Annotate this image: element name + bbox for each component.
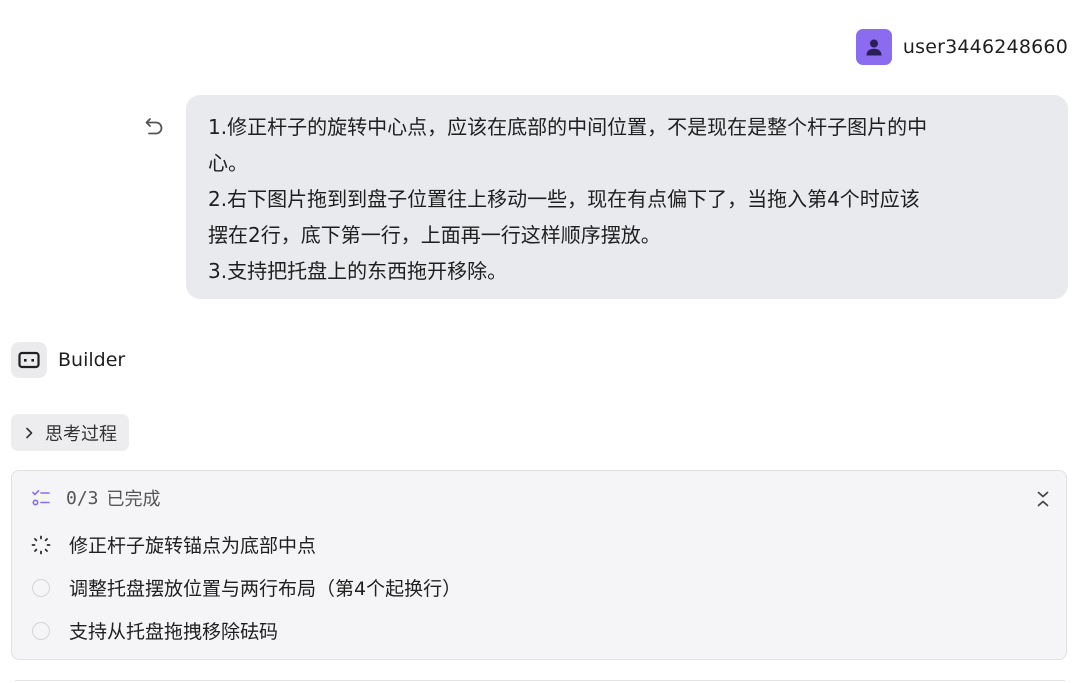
- assistant-name: Builder: [58, 349, 126, 371]
- task-progress-count: 0/3: [66, 487, 99, 509]
- checklist-icon: [32, 490, 50, 506]
- task-progress-label: 已完成: [106, 489, 161, 510]
- collapse-button[interactable]: [1032, 487, 1054, 511]
- task-label: 修正杆子旋转锚点为底部中点: [69, 535, 317, 557]
- thinking-label: 思考过程: [45, 423, 117, 445]
- undo-button[interactable]: [140, 112, 168, 140]
- message-line: 1.修正杆子的旋转中心点，应该在底部的中间位置，不是现在是整个杆子图片的中: [208, 115, 928, 139]
- task-status-in-progress: [30, 534, 52, 556]
- assistant-header: Builder: [11, 342, 125, 378]
- message-line: 2.右下图片拖到到盘子位置往上移动一些，现在有点偏下了，当拖入第4个时应该: [208, 187, 920, 211]
- empty-circle-icon: [32, 621, 50, 640]
- loading-spinner-icon: [31, 535, 51, 554]
- collapse-icon: [1037, 491, 1049, 507]
- user-message-bubble: 1.修正杆子的旋转中心点，应该在底部的中间位置，不是现在是整个杆子图片的中 心。…: [186, 95, 1068, 299]
- empty-circle-icon: [32, 578, 50, 597]
- chat-page: user3446248660 1.修正杆子的旋转中心点，应该在底部的中间位置，不…: [0, 0, 1080, 683]
- avatar: [855, 29, 892, 65]
- thinking-toggle-button[interactable]: 思考过程: [11, 414, 129, 451]
- task-panel: 0/3 已完成 修正杆子旋转锚点为底部中点 调整托盘摆放位置与两行布局（第4个起…: [11, 470, 1067, 660]
- username: user3446248660: [902, 36, 1068, 58]
- task-label: 支持从托盘拖拽移除砝码: [69, 621, 279, 643]
- task-status-pending: [30, 620, 52, 642]
- task-panel-header: 0/3 已完成: [30, 485, 161, 511]
- task-item: 修正杆子旋转锚点为底部中点: [30, 531, 316, 558]
- task-item: 调整托盘摆放位置与两行布局（第4个起换行）: [30, 574, 461, 601]
- message-line: 摆在2行，底下第一行，上面再一行这样顺序摆放。: [208, 223, 661, 247]
- builder-avatar: [11, 342, 47, 378]
- builder-terminal-icon: [18, 351, 40, 369]
- person-icon: [866, 39, 882, 56]
- divider: [15, 680, 1065, 681]
- undo-icon: [145, 118, 163, 135]
- message-line: 心。: [208, 151, 248, 175]
- task-label: 调整托盘摆放位置与两行布局（第4个起换行）: [69, 578, 462, 600]
- chevron-right-icon: [26, 427, 33, 438]
- task-status-pending: [30, 577, 52, 599]
- user-header: user3446248660: [855, 29, 1068, 65]
- task-item: 支持从托盘拖拽移除砝码: [30, 617, 278, 644]
- message-line: 3.支持把托盘上的东西拖开移除。: [208, 259, 508, 283]
